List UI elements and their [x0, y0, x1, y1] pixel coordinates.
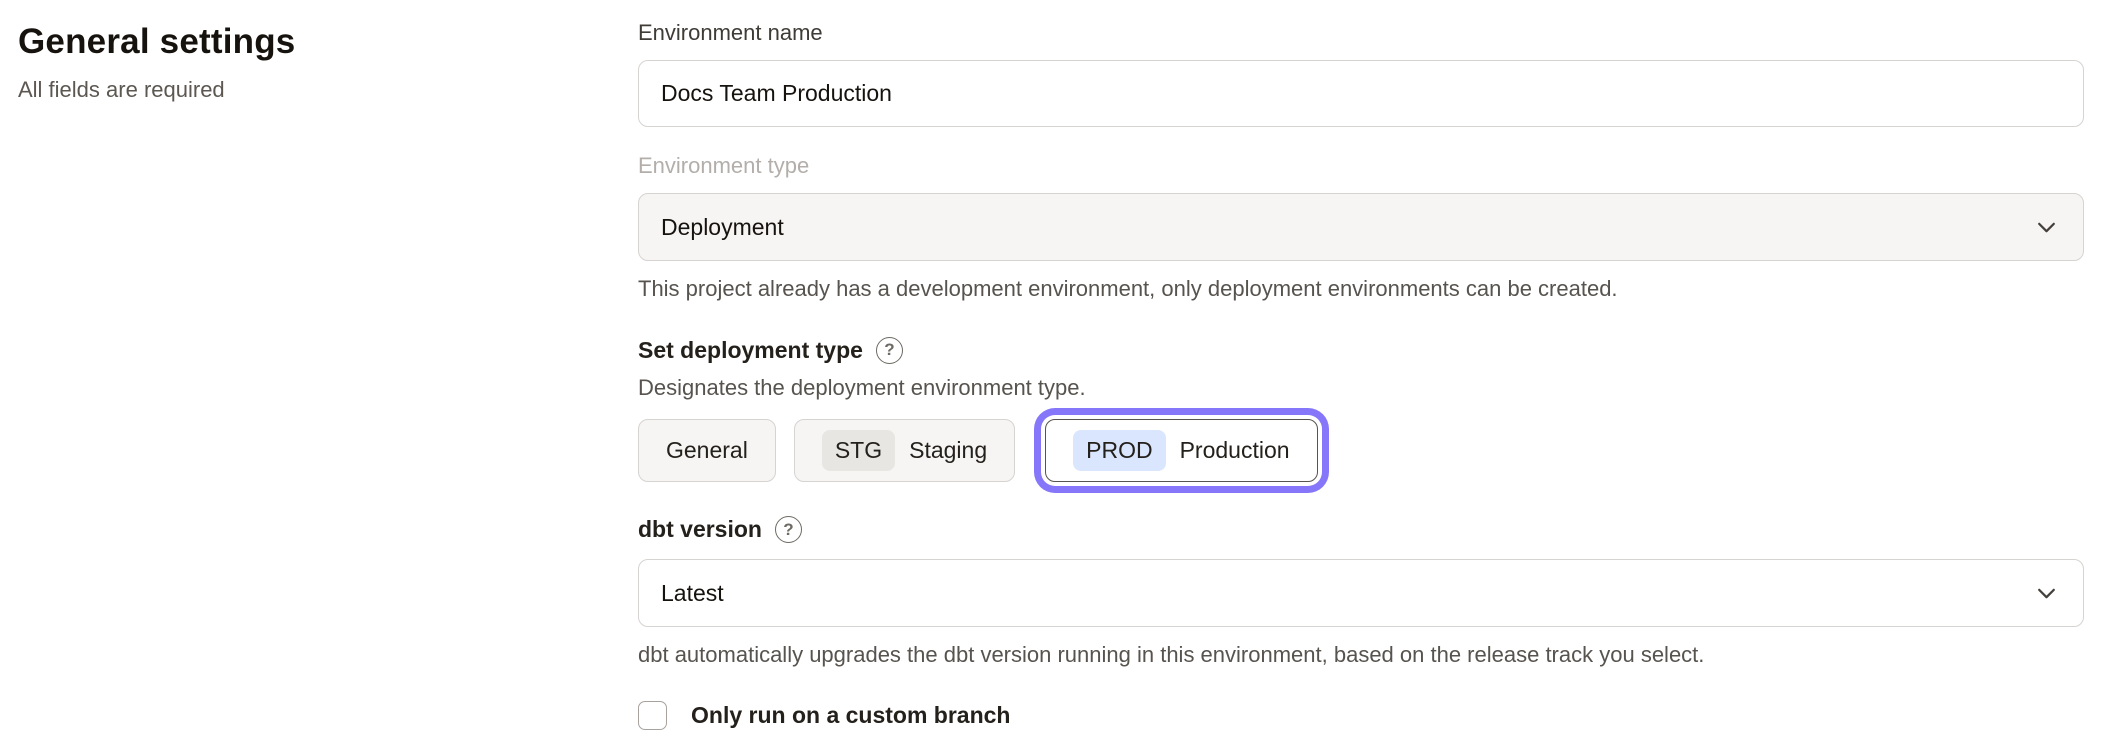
option-label: Production [1180, 437, 1290, 464]
page-title: General settings [18, 22, 295, 62]
custom-branch-checkbox[interactable] [638, 701, 667, 730]
environment-type-helper: This project already has a development e… [638, 275, 2084, 303]
dbt-version-heading-row: dbt version ? [638, 516, 2084, 543]
environment-type-group: Environment type Deployment This project… [638, 153, 2084, 303]
chevron-down-icon [2034, 581, 2059, 606]
deployment-type-option-general[interactable]: General [638, 419, 776, 482]
dbt-version-select[interactable]: Latest [638, 559, 2084, 627]
prod-badge: PROD [1073, 430, 1165, 471]
chevron-down-icon [2034, 215, 2059, 240]
option-label: General [666, 437, 748, 464]
deployment-type-heading: Set deployment type [638, 337, 863, 364]
environment-name-label: Environment name [638, 20, 2084, 46]
option-label: Staging [909, 437, 987, 464]
deployment-type-options: General STG Staging PROD Production [638, 407, 2084, 494]
general-settings-page: General settings All fields are required… [0, 0, 2110, 742]
environment-type-label: Environment type [638, 153, 2084, 179]
stg-badge: STG [822, 430, 895, 471]
custom-branch-row: Only run on a custom branch [638, 701, 2084, 730]
deployment-type-option-production[interactable]: PROD Production [1045, 419, 1317, 482]
dbt-version-helper: dbt automatically upgrades the dbt versi… [638, 641, 2084, 669]
page-header: General settings All fields are required [18, 22, 295, 103]
page-subtitle: All fields are required [18, 77, 295, 103]
environment-name-input[interactable] [638, 60, 2084, 127]
question-circle-icon[interactable]: ? [775, 516, 802, 543]
custom-branch-label: Only run on a custom branch [691, 702, 1010, 729]
dbt-version-group: dbt version ? Latest dbt automatically u… [638, 516, 2084, 669]
dbt-version-value: Latest [661, 580, 724, 607]
deployment-type-description: Designates the deployment environment ty… [638, 374, 2084, 402]
general-settings-form: Environment name Environment type Deploy… [638, 20, 2084, 730]
question-circle-icon[interactable]: ? [876, 337, 903, 364]
dbt-version-heading: dbt version [638, 516, 762, 543]
environment-type-value: Deployment [661, 214, 784, 241]
environment-type-select: Deployment [638, 193, 2084, 261]
environment-name-group: Environment name [638, 20, 2084, 127]
deployment-type-option-staging[interactable]: STG Staging [794, 419, 1015, 482]
deployment-type-heading-row: Set deployment type ? [638, 337, 2084, 364]
